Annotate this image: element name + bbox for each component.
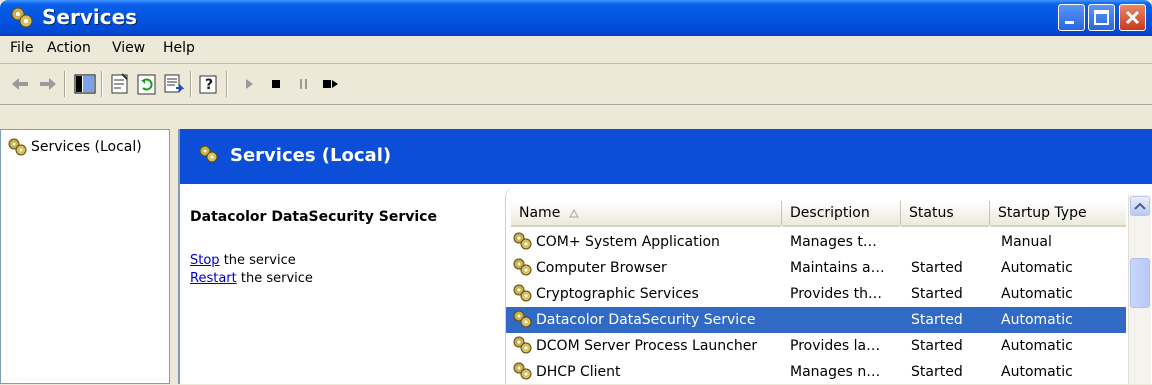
table-row[interactable]: Datacolor DataSecurity Service Started Aut… — [506, 307, 1126, 333]
column-header-name[interactable]: Name — [511, 201, 781, 227]
menu-bar: File Action View Help — [0, 36, 1152, 64]
svg-text:?: ? — [205, 77, 213, 93]
close-button[interactable] — [1119, 4, 1146, 31]
minimize-icon — [1065, 21, 1074, 24]
properties-icon[interactable] — [108, 72, 132, 96]
restart-service-icon[interactable] — [318, 72, 342, 96]
services-gear-icon — [513, 336, 532, 354]
close-icon — [1125, 10, 1140, 25]
sort-ascending-icon — [569, 209, 579, 218]
service-name: COM+ System Application — [536, 234, 720, 250]
table-row[interactable]: Computer Browser Maintains a… Started Autom… — [506, 255, 1126, 281]
chevron-up-icon — [1134, 202, 1146, 210]
service-startup-type: Manual — [1001, 234, 1052, 250]
minimize-button[interactable] — [1058, 4, 1085, 31]
service-startup-type: Automatic — [1001, 286, 1073, 302]
table-row[interactable]: COM+ System Application Manages t… Manual — [506, 229, 1126, 255]
table-row[interactable]: DCOM Server Process Launcher Provides la…… — [506, 333, 1126, 359]
services-gear-icon — [11, 7, 33, 28]
service-status: Started — [911, 338, 963, 354]
maximize-icon — [1094, 10, 1109, 25]
service-status: Started — [911, 286, 963, 302]
details-pane: Services (Local) Datacolor DataSecurity … — [178, 129, 1152, 384]
restart-action-line: Restart the service — [190, 271, 313, 286]
column-header-description[interactable]: Description — [782, 201, 900, 227]
window-title: Services — [42, 5, 138, 29]
refresh-icon[interactable] — [135, 72, 159, 96]
pause-service-icon[interactable] — [291, 72, 315, 96]
service-name: Cryptographic Services — [536, 286, 699, 302]
stop-service-icon[interactable] — [264, 72, 288, 96]
restart-service-link[interactable]: Restart — [190, 271, 237, 286]
show-hide-console-tree-icon[interactable] — [73, 72, 97, 96]
menu-view[interactable]: View — [112, 40, 145, 56]
header-banner: Services (Local) — [180, 129, 1152, 184]
maximize-button[interactable] — [1088, 4, 1115, 31]
scroll-up-button[interactable] — [1130, 196, 1150, 216]
title-bar[interactable]: Services — [0, 0, 1152, 36]
start-service-icon[interactable] — [237, 72, 261, 96]
selected-service-name: Datacolor DataSecurity Service — [190, 209, 437, 225]
menu-help[interactable]: Help — [163, 40, 195, 56]
service-name: Datacolor DataSecurity Service — [536, 312, 756, 328]
service-name: DCOM Server Process Launcher — [536, 338, 758, 354]
help-icon[interactable]: ? — [197, 72, 221, 96]
service-description: Provides th… — [790, 286, 882, 302]
back-arrow-icon[interactable] — [8, 72, 32, 96]
service-description: Manages n… — [790, 364, 881, 380]
service-startup-type: Automatic — [1001, 260, 1073, 276]
service-status: Started — [911, 260, 963, 276]
service-description: Maintains a… — [790, 260, 885, 276]
services-gear-icon — [513, 362, 532, 380]
service-startup-type: Automatic — [1001, 364, 1073, 380]
export-list-icon[interactable] — [162, 72, 186, 96]
banner-title: Services (Local) — [230, 145, 392, 166]
toolbar: ? — [0, 64, 1152, 105]
service-status: Started — [911, 312, 963, 328]
service-status: Started — [911, 364, 963, 380]
services-gear-icon — [199, 145, 218, 163]
service-description: Manages t… — [790, 234, 877, 250]
service-description: Provides la… — [790, 338, 881, 354]
table-row[interactable]: Cryptographic Services Provides th… Starte… — [506, 281, 1126, 307]
table-row[interactable]: DHCP Client Manages n… Started Automatic — [506, 359, 1126, 385]
service-name: DHCP Client — [536, 364, 621, 380]
service-startup-type: Automatic — [1001, 312, 1073, 328]
services-gear-icon — [8, 138, 27, 156]
menu-file[interactable]: File — [10, 40, 33, 56]
service-name: Computer Browser — [536, 260, 667, 276]
services-gear-icon — [513, 284, 532, 302]
column-header-status[interactable]: Status — [901, 201, 989, 227]
services-gear-icon — [513, 258, 532, 276]
stop-service-link[interactable]: Stop — [190, 253, 220, 268]
services-gear-icon — [513, 310, 532, 328]
menu-action[interactable]: Action — [47, 40, 91, 56]
services-list[interactable]: Name Description Status Startup Type COM… — [505, 187, 1152, 384]
tree-item-label: Services (Local) — [31, 139, 142, 155]
scroll-thumb[interactable] — [1130, 258, 1150, 308]
stop-action-line: Stop the service — [190, 253, 296, 268]
service-startup-type: Automatic — [1001, 338, 1073, 354]
console-tree[interactable]: Services (Local) — [0, 129, 170, 384]
forward-arrow-icon[interactable] — [36, 72, 60, 96]
vertical-scrollbar[interactable] — [1128, 195, 1151, 384]
column-header-startup-type[interactable]: Startup Type — [990, 201, 1126, 227]
services-gear-icon — [513, 232, 532, 250]
